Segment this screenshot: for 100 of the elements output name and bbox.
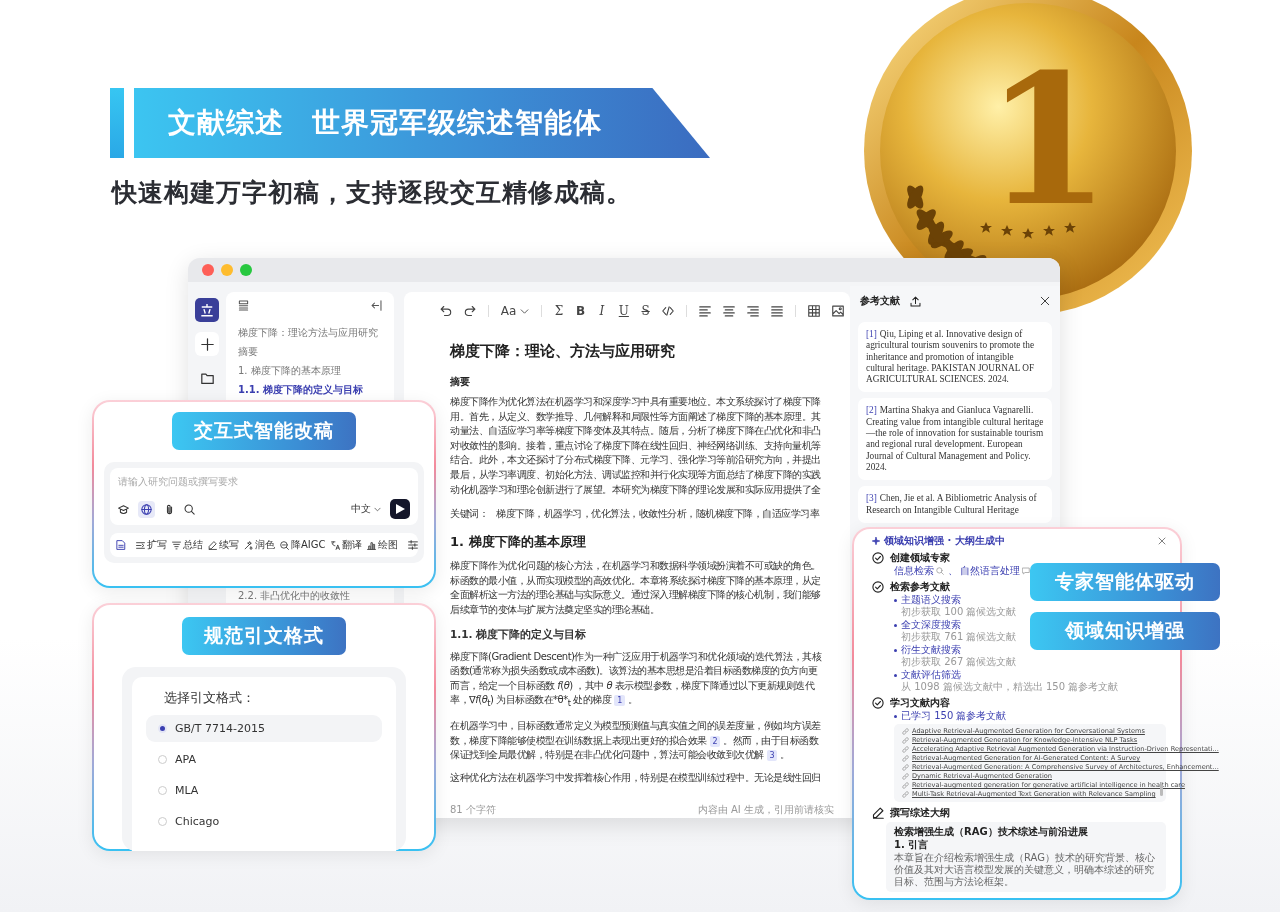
paragraph-line: 梯度下降作为优化问题的核心方法，在机器学习和数据科学领域扮演着不可或缺的角色。	[450, 559, 822, 574]
justify-icon[interactable]	[771, 305, 784, 317]
image-icon[interactable]	[832, 305, 844, 317]
outline-item[interactable]: 2.2. 非凸优化中的收敛性	[238, 589, 382, 602]
ai-disclaimer: 内容由 AI 生成，引用前请核实	[697, 803, 834, 817]
format-button[interactable]: S	[640, 304, 651, 318]
step-title: 撰写综述大纲	[890, 806, 950, 819]
outline-item[interactable]: 摘要	[238, 342, 382, 361]
banner-label: 文献综述	[168, 105, 284, 141]
tool-button[interactable]: 降AIGC	[280, 538, 326, 552]
format-button[interactable]: I	[597, 304, 607, 318]
lines-icon	[172, 540, 181, 550]
keywords-label: 关键词：	[450, 507, 488, 522]
check-circle-icon	[872, 551, 884, 564]
outline-item[interactable]: 1.1. 梯度下降的定义与目标	[238, 380, 382, 399]
format-button[interactable]: Σ	[554, 304, 564, 318]
outline-text: 本章旨在介绍检索增强生成（RAG）技术的研究背景、核心价值及其对大语言模型发展的关键意义，明确本综述的研究目标、范围与方法论框架。	[894, 852, 1156, 888]
logo-icon[interactable]	[195, 298, 219, 322]
document-icon[interactable]	[116, 540, 126, 550]
search-icon[interactable]	[184, 503, 195, 515]
magnifier-icon	[280, 540, 289, 550]
align-center-icon[interactable]	[723, 305, 736, 317]
close-button[interactable]	[1040, 296, 1050, 306]
prompt-input[interactable]: 请输入研究问题或撰写要求	[118, 474, 410, 489]
chevron-down-icon	[520, 306, 530, 316]
citation-option[interactable]: GB/T 7714-2015	[146, 715, 382, 742]
paragraph-line: 最后，从学习率调度、初始化方法、调试监控和并行化实现等方面总结了梯度下降的实践	[450, 467, 822, 482]
paragraph-line: 保证找到全局最优解，特别是在非凸优化问题中，算法可能会收敛到次优解 3 。	[450, 748, 791, 763]
chevron-down-icon	[374, 505, 381, 513]
tool-button[interactable]: 扩写	[136, 538, 167, 552]
paragraph-line: 全面解析这一方法的理论基础与实际意义。通过深入理解梯度下降的核心机制，我们能够	[450, 588, 822, 603]
substep-label: 衍生文献搜索	[901, 644, 961, 656]
close-icon	[1158, 537, 1166, 545]
keywords-text: 梯度下降，机器学习，优化算法，收敛性分析，随机梯度下降，自适应学习率	[496, 507, 819, 522]
align-right-icon[interactable]	[747, 305, 760, 317]
subtitle: 快速构建万字初稿，支持逐段交互精修成稿。	[112, 177, 632, 209]
close-dot[interactable]	[202, 264, 214, 276]
reference-card[interactable]: [2] Martina Shakya and Gianluca Vagnarelli. Creating value from intangible cultural heritage—the role of innovation for sustainable tourism and regional rural development. European Journal of Cultural Management and Policy. 2024.	[858, 398, 1052, 481]
bullet-dot	[894, 673, 897, 677]
tool-button[interactable]: 总结	[172, 538, 203, 552]
code-icon[interactable]	[662, 305, 675, 317]
redo-icon[interactable]	[464, 305, 476, 317]
paragraph-line: 标函数的最小值，从而实现模型的高效优化。本章将系统探讨梯度下降的基本原理，从定	[450, 573, 822, 588]
bullet-dot	[894, 714, 897, 718]
table-icon[interactable]	[808, 305, 820, 317]
bar-chart-icon	[366, 540, 376, 550]
folder-icon	[200, 371, 214, 385]
format-button[interactable]: U	[618, 304, 629, 318]
format-button[interactable]: B	[575, 304, 586, 318]
substep-detail: 初步获取 267 篇候选文献	[901, 656, 1018, 668]
send-button[interactable]	[390, 499, 410, 519]
citation-option[interactable]: APA	[146, 746, 382, 773]
feature-title: 交互式智能改稿	[172, 412, 356, 450]
step-title: 学习文献内容	[890, 696, 950, 709]
substep-label: 主题语义搜索	[901, 594, 961, 606]
citation-option[interactable]: Chicago	[146, 808, 382, 835]
new-button[interactable]	[195, 332, 219, 356]
link-icon	[902, 755, 909, 762]
undo-icon[interactable]	[440, 305, 452, 317]
tool-button[interactable]: 翻译	[330, 538, 362, 552]
feature-title: 规范引文格式	[182, 617, 346, 655]
bullet-dot	[894, 623, 897, 627]
paperclip-icon[interactable]	[164, 503, 175, 515]
banner-stripe	[110, 88, 124, 158]
citation-option[interactable]: MLA	[146, 777, 382, 804]
check-circle-icon	[872, 696, 884, 709]
language-dropdown[interactable]: 中文	[351, 502, 381, 516]
mortarboard-icon[interactable]	[118, 503, 129, 515]
paragraph-line: 后续章节的变体与扩展方法奠定坚实的理论基础。	[450, 602, 660, 617]
feature-badge: 领域知识增强	[1030, 612, 1220, 650]
bullet-dot	[894, 648, 897, 652]
sparkle-icon	[872, 537, 880, 545]
reference-card[interactable]: [3] Chen, Jie et al. A Bibliometric Analysis of Research on Intangible Cultural Heritage	[858, 486, 1052, 523]
prompt-field[interactable]: 请输入研究问题或撰写要求 中文	[110, 468, 418, 525]
list-icon[interactable]	[238, 300, 249, 311]
maximize-dot[interactable]	[240, 264, 252, 276]
pen-icon	[872, 806, 884, 819]
tool-button[interactable]: 润色	[244, 538, 275, 552]
radio-button[interactable]	[158, 724, 167, 733]
outline-item[interactable]: 梯度下降：理论方法与应用研究	[238, 323, 382, 342]
document-title: 梯度下降：理论、方法与应用研究	[450, 342, 676, 361]
export-icon[interactable]	[910, 295, 921, 307]
font-size-button[interactable]: Aa	[500, 304, 530, 318]
link-icon	[902, 746, 909, 753]
settings-icon[interactable]	[407, 540, 418, 550]
tool-button[interactable]: 续写	[208, 538, 239, 552]
globe-toggle[interactable]	[138, 500, 155, 518]
separator-text: 、	[948, 565, 958, 577]
outline-title: 检索增强生成（RAG）技术综述与前沿进展	[894, 826, 1089, 838]
play-icon	[395, 504, 405, 514]
paragraph-line: 率，∇f(θ$_{t}$) 为目标函数在*θ*$_{t}$ 处的梯度 1 。	[450, 693, 639, 711]
section-heading: 1. 梯度下降的基本原理	[450, 533, 587, 552]
paragraph-line: 用。首先，从定义、数学推导、几何解释和局限性等方面阐述了梯度下降的基本原理。其	[450, 409, 822, 424]
outline-item[interactable]: 1. 梯度下降的基本原理	[238, 361, 382, 380]
minimize-dot[interactable]	[221, 264, 233, 276]
tool-button[interactable]: 绘图	[366, 538, 398, 552]
paragraph-line: 而言，给定一个目标函数 f(θ) ，其中 θ 表示模型参数，梯度下降通过以下更新规则迭代	[450, 678, 816, 693]
align-left-icon[interactable]	[699, 305, 712, 317]
collapse-icon[interactable]	[371, 300, 382, 311]
reference-card[interactable]: [1] Qiu, Liping et al. Innovative design of agricultural tourism souvenirs to promote the inheritance and promotion of intangible cultural heritage. PAKISTAN JOURNAL OF AGRICULTURAL SCIENCES. 2024.	[858, 322, 1052, 393]
